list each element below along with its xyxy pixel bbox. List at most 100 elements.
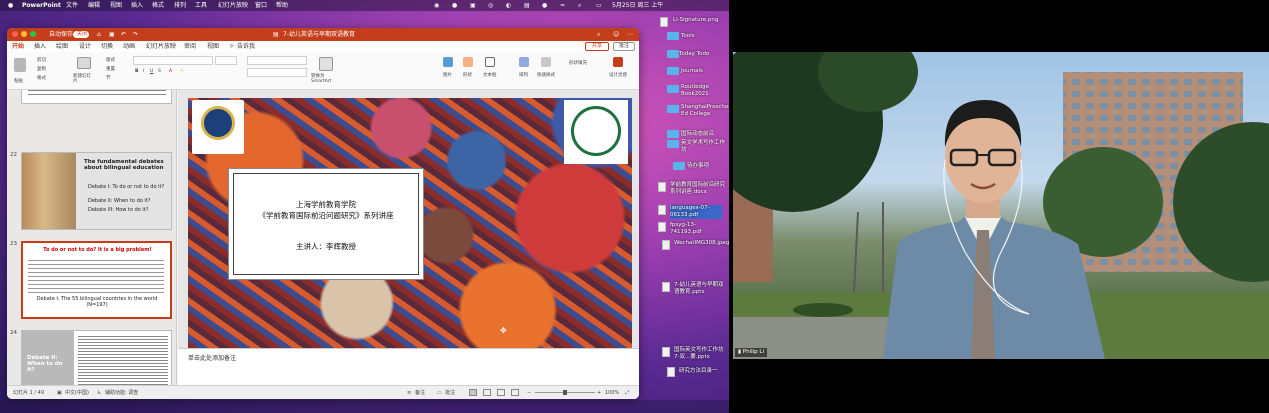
- desktop-item-label[interactable]: 研究方法目录一: [679, 368, 718, 375]
- comments-button[interactable]: 批注: [613, 42, 635, 51]
- menu-app-name[interactable]: PowerPoint: [22, 0, 61, 11]
- desktop-item-label[interactable]: 国际英文写作工作坊7-双...要.pptx: [674, 347, 726, 361]
- title-box[interactable]: 上海学前教育学院 《学前教育国际前沿问题研究》系列讲座 主讲人：李辉教授: [228, 168, 424, 280]
- zoom-out-icon[interactable]: −: [527, 386, 531, 399]
- comments-status-button[interactable]: 批注: [445, 386, 455, 399]
- accessibility-icon[interactable]: ♿: [97, 386, 101, 399]
- desktop-item-label[interactable]: languages-07-06133.pdf: [670, 205, 722, 219]
- jpeg-file-icon[interactable]: [662, 240, 670, 250]
- tab-design[interactable]: 设计: [79, 41, 91, 52]
- tab-insert[interactable]: 插入: [34, 41, 46, 52]
- designer-icon[interactable]: [613, 57, 623, 67]
- reading-view-icon[interactable]: [497, 389, 505, 396]
- wifi-icon[interactable]: ≈: [560, 0, 565, 11]
- desktop-item-label[interactable]: Routledge Book2021: [681, 84, 727, 98]
- save-icon[interactable]: ▣: [109, 28, 115, 41]
- desktop-item-label[interactable]: 7-幼儿英语与早期双语教育.pptx: [674, 282, 726, 296]
- home-icon[interactable]: ⌂: [97, 28, 101, 41]
- zoom-window-button[interactable]: [30, 31, 36, 37]
- normal-view-icon[interactable]: [469, 389, 477, 396]
- strikethrough-button[interactable]: S: [158, 69, 161, 74]
- new-slide-label[interactable]: 新建幻灯片: [73, 74, 95, 84]
- arrange-label[interactable]: 排列: [519, 72, 528, 78]
- italic-button[interactable]: I: [143, 69, 144, 74]
- shape-fill-button[interactable]: 形状填充: [569, 60, 587, 66]
- section-button[interactable]: 节: [106, 75, 111, 81]
- close-window-button[interactable]: [12, 31, 18, 37]
- menu-insert[interactable]: 插入: [131, 0, 143, 11]
- slide-thumbnail-22[interactable]: The fundamental debates about bilingual …: [21, 152, 172, 230]
- minimize-window-button[interactable]: [21, 31, 27, 37]
- ppt-file-icon[interactable]: [662, 347, 670, 357]
- slide-thumbnail-23[interactable]: To do or not to do? It is a big problem!…: [21, 241, 172, 319]
- menu-view[interactable]: 视图: [110, 0, 122, 11]
- quick-styles-label[interactable]: 快速样式: [537, 72, 555, 78]
- underline-button[interactable]: U: [150, 69, 153, 74]
- file-icon[interactable]: [667, 367, 675, 377]
- tab-view[interactable]: 视图: [207, 41, 219, 52]
- paste-icon[interactable]: [14, 58, 26, 72]
- font-name-select[interactable]: [133, 56, 213, 65]
- clock-text[interactable]: 5月25日 周三 上午: [612, 0, 663, 11]
- folder-icon[interactable]: [667, 105, 679, 113]
- comments-icon[interactable]: ▭: [437, 386, 442, 399]
- account-icon[interactable]: ☺: [613, 28, 619, 41]
- bold-button[interactable]: B: [135, 69, 138, 74]
- pdf-file-icon[interactable]: [658, 205, 666, 215]
- zoom-level[interactable]: 100%: [605, 386, 619, 399]
- desktop-item-label[interactable]: 待办事项: [687, 163, 709, 170]
- format-painter-button[interactable]: 格式: [37, 75, 46, 81]
- arrange-icon[interactable]: [519, 57, 529, 67]
- designer-label[interactable]: 设计灵感: [609, 72, 627, 78]
- folder-icon[interactable]: [667, 140, 679, 148]
- current-slide[interactable]: 上海学前教育学院 《学前教育国际前沿问题研究》系列讲座 主讲人：李辉教授 ✥: [188, 98, 632, 348]
- paste-label[interactable]: 粘贴: [14, 78, 23, 84]
- slide-thumbnail-24[interactable]: Debate II: When to do it?: [21, 330, 172, 385]
- desktop-item-label[interactable]: 国际动态前沿: [681, 131, 714, 138]
- status-icon[interactable]: ◎: [488, 0, 493, 11]
- desktop-item-label[interactable]: ShanghaiPreschool Ed College: [681, 104, 729, 118]
- list-buttons[interactable]: [247, 56, 307, 65]
- language-status[interactable]: 中文(中国): [65, 386, 89, 399]
- menu-file[interactable]: 文件: [66, 0, 78, 11]
- share-button[interactable]: 共享: [585, 42, 609, 51]
- slide-thumbnail[interactable]: [21, 90, 172, 104]
- desktop-item-label[interactable]: 英文学术写作工作坊: [681, 140, 727, 154]
- desktop-item-label[interactable]: Li-Signature.png: [673, 17, 718, 24]
- undo-icon[interactable]: ↶: [121, 28, 126, 41]
- textbox-icon[interactable]: [485, 57, 495, 67]
- control-center-icon[interactable]: ▭: [596, 0, 602, 11]
- desktop-item-label[interactable]: Journals: [681, 68, 703, 75]
- pdf-file-icon[interactable]: [658, 222, 666, 232]
- reset-button[interactable]: 重置: [106, 66, 115, 72]
- desktop-item-label[interactable]: Today Todo: [679, 51, 709, 58]
- notes-button[interactable]: 备注: [415, 386, 425, 399]
- folder-icon[interactable]: [667, 67, 679, 75]
- tab-transitions[interactable]: 切换: [101, 41, 113, 52]
- folder-icon[interactable]: [673, 162, 685, 170]
- tab-slideshow[interactable]: 幻灯片放映: [146, 41, 176, 52]
- smartart-icon[interactable]: [319, 57, 333, 71]
- status-icon[interactable]: ▤: [524, 0, 530, 11]
- layout-button[interactable]: 版式: [106, 57, 115, 63]
- convert-smartart-label[interactable]: 转换为SmartArt: [311, 74, 343, 84]
- desktop-item-label[interactable]: fpsyg-13-741193.pdf: [670, 222, 722, 236]
- highlight-icon[interactable]: ✎: [180, 69, 184, 74]
- image-file-icon[interactable]: [660, 17, 668, 27]
- redo-icon[interactable]: ↷: [133, 28, 138, 41]
- slideshow-view-icon[interactable]: [511, 389, 519, 396]
- status-icon[interactable]: ●: [542, 0, 547, 11]
- notes-placeholder[interactable]: 单击此处添加备注: [188, 353, 236, 362]
- proofing-icon[interactable]: ▣: [57, 386, 62, 399]
- folder-icon[interactable]: [667, 130, 679, 138]
- shape-label[interactable]: 形状: [463, 72, 472, 78]
- cut-button[interactable]: 剪切: [37, 57, 46, 63]
- copy-button[interactable]: 复制: [37, 66, 46, 72]
- dock[interactable]: [0, 400, 729, 413]
- picture-icon[interactable]: [443, 57, 453, 67]
- tab-animations[interactable]: 动画: [123, 41, 135, 52]
- folder-icon[interactable]: [667, 32, 679, 40]
- notes-icon[interactable]: ≡: [407, 386, 411, 399]
- desktop-item-label[interactable]: WechatIMG308.jpeg: [674, 240, 729, 247]
- zoom-slider-thumb[interactable]: [563, 390, 567, 395]
